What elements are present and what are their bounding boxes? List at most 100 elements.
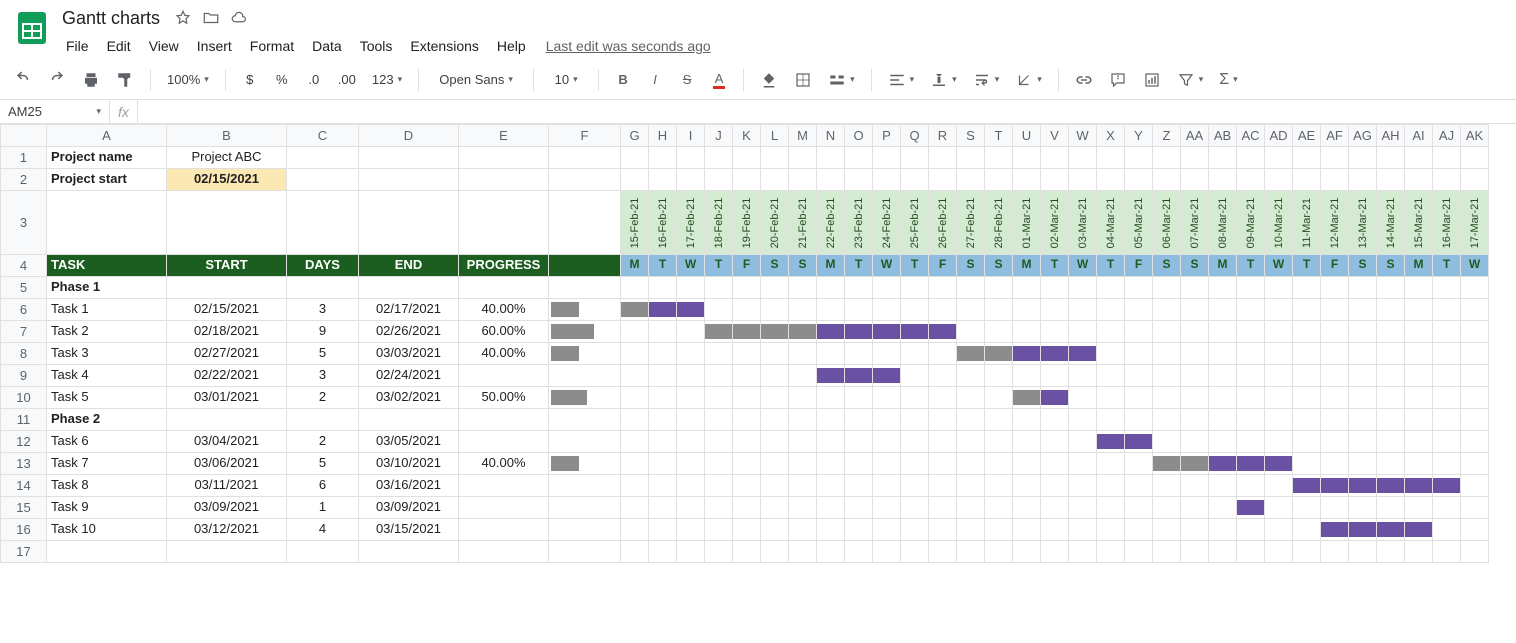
col-E[interactable]: E: [459, 125, 549, 147]
font-size-select[interactable]: 10: [546, 67, 586, 93]
grid[interactable]: ABCDEFGHIJKLMNOPQRSTUVWXYZAAABACADAEAFAG…: [0, 124, 1516, 643]
col-AJ[interactable]: AJ: [1433, 125, 1461, 147]
row-4[interactable]: 4: [1, 255, 47, 277]
star-icon[interactable]: [174, 9, 192, 27]
menu-help[interactable]: Help: [489, 34, 534, 58]
undo-icon[interactable]: [10, 67, 36, 93]
row-8[interactable]: 8: [1, 343, 47, 365]
col-J[interactable]: J: [705, 125, 733, 147]
col-C[interactable]: C: [287, 125, 359, 147]
zoom-select[interactable]: 100%: [163, 67, 213, 93]
col-T[interactable]: T: [985, 125, 1013, 147]
project-start-cell[interactable]: 02/15/2021: [167, 169, 287, 191]
row-13[interactable]: 13: [1, 453, 47, 475]
print-icon[interactable]: [78, 67, 104, 93]
menu-view[interactable]: View: [141, 34, 187, 58]
col-K[interactable]: K: [733, 125, 761, 147]
col-O[interactable]: O: [845, 125, 873, 147]
col-AF[interactable]: AF: [1321, 125, 1349, 147]
decrease-decimal-icon[interactable]: .0: [302, 67, 326, 93]
menu-insert[interactable]: Insert: [189, 34, 240, 58]
progress-bar[interactable]: [549, 387, 621, 409]
paint-format-icon[interactable]: [112, 67, 138, 93]
comment-icon[interactable]: [1105, 67, 1131, 93]
col-AE[interactable]: AE: [1293, 125, 1321, 147]
merge-icon[interactable]: [824, 67, 859, 93]
currency-icon[interactable]: $: [238, 67, 262, 93]
col-G[interactable]: G: [621, 125, 649, 147]
select-all[interactable]: [1, 125, 47, 147]
row-5[interactable]: 5: [1, 277, 47, 299]
col-Q[interactable]: Q: [901, 125, 929, 147]
col-W[interactable]: W: [1069, 125, 1097, 147]
row-12[interactable]: 12: [1, 431, 47, 453]
filter-icon[interactable]: [1173, 67, 1208, 93]
menu-data[interactable]: Data: [304, 34, 350, 58]
col-B[interactable]: B: [167, 125, 287, 147]
col-D[interactable]: D: [359, 125, 459, 147]
col-AC[interactable]: AC: [1237, 125, 1265, 147]
row-6[interactable]: 6: [1, 299, 47, 321]
wrap-icon[interactable]: [969, 67, 1004, 93]
progress-bar[interactable]: [549, 343, 621, 365]
formula-bar[interactable]: [138, 100, 1516, 123]
borders-icon[interactable]: [790, 67, 816, 93]
col-I[interactable]: I: [677, 125, 705, 147]
bold-icon[interactable]: B: [611, 67, 635, 93]
row-11[interactable]: 11: [1, 409, 47, 431]
link-icon[interactable]: [1071, 67, 1097, 93]
col-P[interactable]: P: [873, 125, 901, 147]
row-15[interactable]: 15: [1, 497, 47, 519]
row-3[interactable]: 3: [1, 191, 47, 255]
name-box[interactable]: AM25: [0, 100, 110, 123]
chart-icon[interactable]: [1139, 67, 1165, 93]
col-X[interactable]: X: [1097, 125, 1125, 147]
progress-bar[interactable]: [549, 453, 621, 475]
sheets-logo[interactable]: [12, 8, 52, 48]
row-14[interactable]: 14: [1, 475, 47, 497]
col-V[interactable]: V: [1041, 125, 1069, 147]
progress-bar[interactable]: [549, 321, 621, 343]
fill-color-icon[interactable]: [756, 67, 782, 93]
row-10[interactable]: 10: [1, 387, 47, 409]
col-R[interactable]: R: [929, 125, 957, 147]
menu-tools[interactable]: Tools: [352, 34, 401, 58]
col-Z[interactable]: Z: [1153, 125, 1181, 147]
col-AG[interactable]: AG: [1349, 125, 1377, 147]
col-F[interactable]: F: [549, 125, 621, 147]
row-2[interactable]: 2: [1, 169, 47, 191]
row-1[interactable]: 1: [1, 147, 47, 169]
menu-extensions[interactable]: Extensions: [402, 34, 486, 58]
functions-icon[interactable]: Σ: [1215, 67, 1241, 93]
row-9[interactable]: 9: [1, 365, 47, 387]
col-AH[interactable]: AH: [1377, 125, 1405, 147]
increase-decimal-icon[interactable]: .00: [334, 67, 360, 93]
menu-edit[interactable]: Edit: [99, 34, 139, 58]
col-N[interactable]: N: [817, 125, 845, 147]
last-edit[interactable]: Last edit was seconds ago: [546, 34, 711, 58]
col-U[interactable]: U: [1013, 125, 1041, 147]
doc-title[interactable]: Gantt charts: [58, 6, 164, 31]
col-M[interactable]: M: [789, 125, 817, 147]
percent-icon[interactable]: %: [270, 67, 294, 93]
menu-file[interactable]: File: [58, 34, 97, 58]
rotate-icon[interactable]: [1011, 67, 1046, 93]
v-align-icon[interactable]: [926, 67, 961, 93]
col-S[interactable]: S: [957, 125, 985, 147]
col-AK[interactable]: AK: [1461, 125, 1489, 147]
cloud-icon[interactable]: [230, 9, 248, 27]
row-17[interactable]: 17: [1, 541, 47, 563]
progress-bar[interactable]: [549, 299, 621, 321]
col-H[interactable]: H: [649, 125, 677, 147]
more-formats-icon[interactable]: 123: [368, 67, 406, 93]
col-Y[interactable]: Y: [1125, 125, 1153, 147]
menu-format[interactable]: Format: [242, 34, 302, 58]
move-icon[interactable]: [202, 9, 220, 27]
col-A[interactable]: A: [47, 125, 167, 147]
col-L[interactable]: L: [761, 125, 789, 147]
strike-icon[interactable]: S: [675, 67, 699, 93]
col-AA[interactable]: AA: [1181, 125, 1209, 147]
col-AI[interactable]: AI: [1405, 125, 1433, 147]
h-align-icon[interactable]: [884, 67, 919, 93]
redo-icon[interactable]: [44, 67, 70, 93]
